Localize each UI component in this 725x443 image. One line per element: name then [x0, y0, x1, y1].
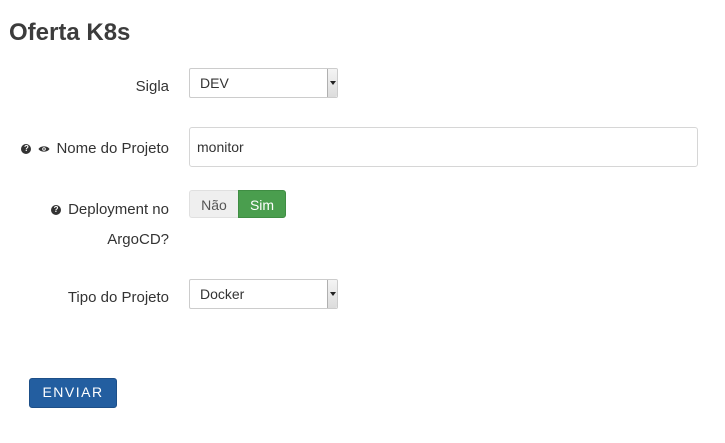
tipo-projeto-select[interactable]: Docker	[189, 279, 338, 309]
tipo-projeto-dropdown-arrow-icon[interactable]	[327, 280, 337, 308]
toggle-option-sim[interactable]: Sim	[238, 190, 286, 218]
sigla-select-value: DEV	[200, 75, 229, 91]
page-root: Oferta K8s Sigla DEV ? Nome do Projeto ?…	[0, 0, 725, 443]
eye-icon[interactable]	[38, 145, 50, 153]
submit-button[interactable]: ENVIAR	[29, 378, 117, 408]
toggle-option-nao[interactable]: Não	[189, 190, 238, 218]
tipo-projeto-select-value: Docker	[200, 286, 245, 302]
deployment-argocd-label-line2: ArgoCD?	[107, 231, 169, 248]
deployment-argocd-label-row: ? Deployment no ArgoCD?	[51, 193, 169, 255]
nome-projeto-label-row: ? Nome do Projeto	[21, 136, 169, 160]
question-circle-icon[interactable]: ?	[51, 205, 62, 215]
deployment-argocd-label-line1: Deployment no	[68, 201, 169, 218]
nome-projeto-input[interactable]	[189, 127, 698, 167]
question-circle-icon[interactable]: ?	[21, 144, 32, 154]
nome-projeto-label: Nome do Projeto	[56, 140, 169, 157]
deployment-argocd-toggle[interactable]: Não Sim	[189, 190, 286, 218]
page-title: Oferta K8s	[9, 19, 131, 46]
sigla-label: Sigla	[135, 78, 169, 95]
sigla-dropdown-arrow-icon[interactable]	[327, 69, 337, 97]
tipo-projeto-label: Tipo do Projeto	[67, 289, 169, 306]
sigla-select[interactable]: DEV	[189, 68, 338, 98]
